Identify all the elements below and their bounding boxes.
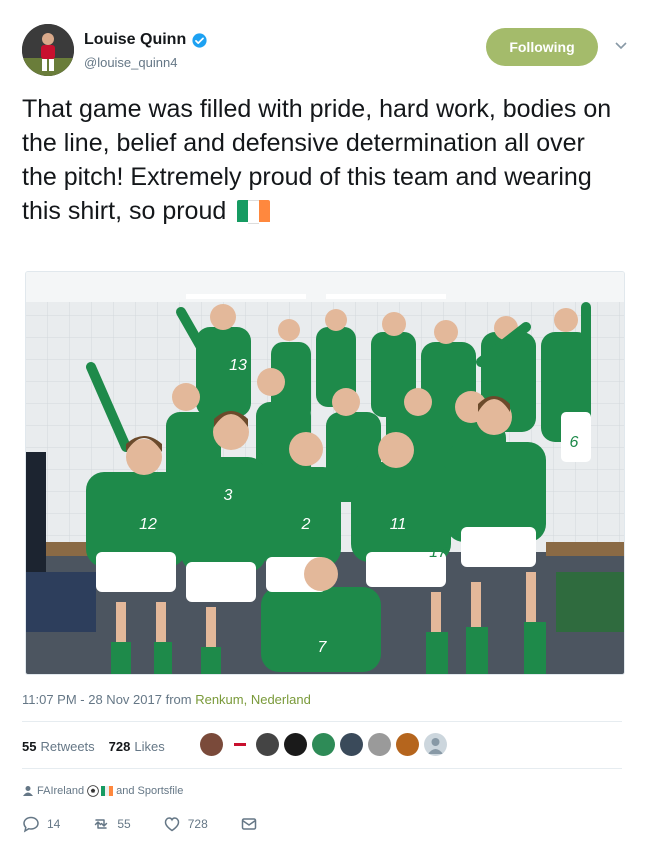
- liker-avatar[interactable]: [424, 733, 447, 756]
- message-icon: [241, 818, 256, 830]
- jersey-number: 12: [139, 516, 157, 533]
- likes-stat[interactable]: 728 Likes: [109, 739, 165, 754]
- photo-tags: FAIreland and Sportsfile: [22, 785, 183, 797]
- retweet-count: 55: [117, 817, 131, 831]
- tweet-header: Louise Quinn @louise_quinn4 Following: [22, 24, 630, 76]
- user-handle[interactable]: @louise_quinn4: [84, 55, 177, 70]
- liker-avatar[interactable]: [312, 733, 335, 756]
- message-action[interactable]: [240, 815, 258, 833]
- tagged-user-second[interactable]: and Sportsfile: [116, 785, 183, 797]
- default-avatar-icon: [428, 738, 443, 754]
- tweet-actions: 14 55 728: [22, 815, 290, 833]
- like-count: 728: [187, 817, 208, 831]
- jersey-number: 13: [229, 357, 247, 374]
- avatar[interactable]: [22, 24, 74, 76]
- reply-count: 14: [47, 817, 61, 831]
- tweet-body: That game was filled with pride, hard wo…: [22, 95, 612, 225]
- liker-avatar[interactable]: [200, 733, 223, 756]
- divider: [22, 768, 622, 769]
- divider: [22, 721, 622, 722]
- jersey-number: 11: [390, 516, 407, 533]
- likes-label: Likes: [134, 739, 165, 754]
- liker-avatar[interactable]: [340, 733, 363, 756]
- like-action[interactable]: 728: [163, 815, 208, 833]
- display-name[interactable]: Louise Quinn: [84, 31, 186, 49]
- jersey-number: 6: [570, 434, 579, 451]
- soccer-ball-icon: [87, 785, 99, 797]
- jersey-number: 3: [224, 487, 233, 504]
- liker-avatars: [200, 733, 447, 756]
- person-tag-icon: [23, 786, 33, 796]
- reply-icon: [23, 816, 39, 833]
- liker-avatar[interactable]: [256, 733, 279, 756]
- tweet-location[interactable]: Renkum, Nederland: [195, 692, 311, 707]
- engagement-stats: 55 Retweets 728 Likes: [22, 739, 179, 754]
- tweet-photo[interactable]: 13 12 3 2 11 7 6 17: [25, 271, 625, 675]
- liker-avatar[interactable]: [368, 733, 391, 756]
- team-photo-illustration: 13 12 3 2 11 7 6 17: [26, 272, 624, 674]
- verified-badge-icon: [192, 32, 207, 48]
- following-button[interactable]: Following: [486, 28, 598, 66]
- retweet-action[interactable]: 55: [92, 815, 131, 833]
- retweet-icon: [95, 819, 108, 829]
- retweets-count: 55: [22, 739, 37, 754]
- retweets-stat[interactable]: 55 Retweets: [22, 739, 95, 754]
- tag-emojis: [87, 785, 114, 797]
- from-label: from: [165, 692, 192, 707]
- chevron-down-icon[interactable]: [614, 38, 628, 52]
- retweets-label: Retweets: [40, 739, 95, 754]
- likes-count: 728: [108, 739, 131, 754]
- jersey-number: 7: [318, 639, 328, 656]
- liker-avatar[interactable]: [284, 733, 307, 756]
- liker-avatar[interactable]: [228, 733, 251, 756]
- jersey-number: 17: [429, 544, 448, 561]
- tweet-timestamp: 11:07 PM - 28 Nov 2017 from Renkum, Nede…: [22, 692, 311, 707]
- like-icon: [164, 817, 179, 832]
- tagged-user[interactable]: FAIreland: [37, 785, 84, 797]
- tweet-time[interactable]: 11:07 PM - 28 Nov 2017: [22, 692, 162, 707]
- jersey-number: 2: [301, 516, 311, 533]
- tweet-text: That game was filled with pride, hard wo…: [22, 92, 622, 228]
- liker-avatar[interactable]: [396, 733, 419, 756]
- reply-action[interactable]: 14: [22, 815, 60, 833]
- ireland-flag-icon: [237, 200, 271, 224]
